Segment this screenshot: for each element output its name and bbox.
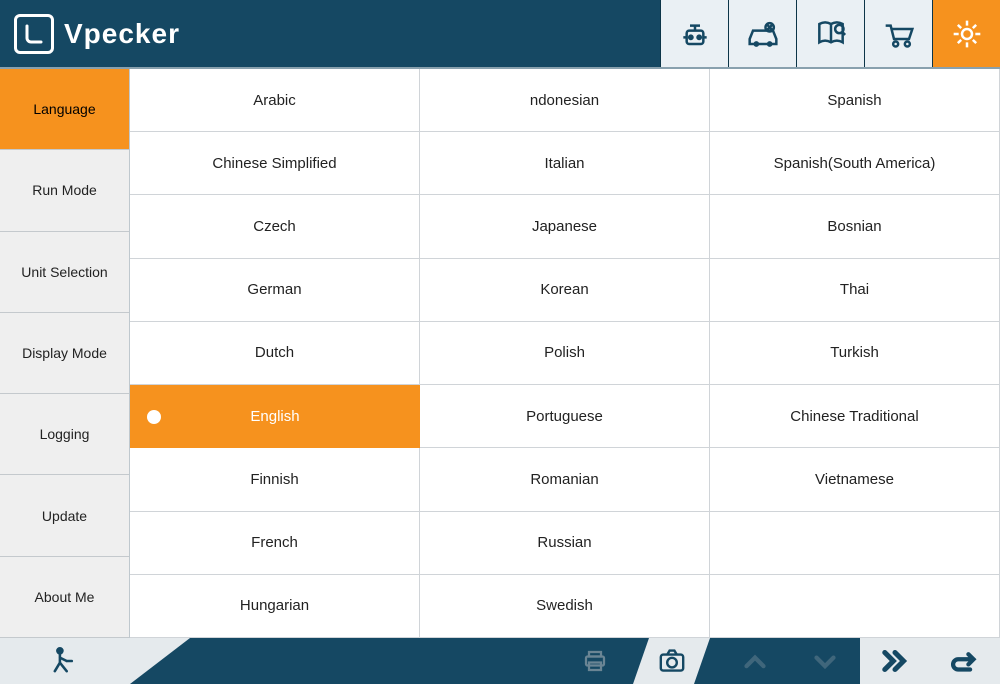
sidebar-item-unit-selection[interactable]: Unit Selection [0,232,129,313]
brand-box-icon [14,14,54,54]
forward-button[interactable] [860,638,930,684]
header-toolbar [660,0,1000,67]
language-option[interactable]: Polish [420,322,710,385]
down-button[interactable] [790,638,860,684]
sidebar-item-label: Update [42,508,87,524]
settings-button[interactable] [932,0,1000,67]
language-option[interactable]: Thai [710,259,1000,322]
language-option[interactable]: Italian [420,132,710,195]
language-option[interactable]: Korean [420,259,710,322]
diagnostics-button[interactable] [660,0,728,67]
sidebar-item-label: Unit Selection [21,264,107,280]
language-option[interactable]: Chinese Traditional [710,385,1000,448]
camera-button[interactable] [633,638,710,684]
language-option[interactable]: Finnish [130,448,420,511]
language-grid: Arabic ndonesian Spanish Chinese Simplif… [130,69,1000,638]
footer-bar [0,638,1000,684]
language-option[interactable] [710,512,1000,575]
settings-sidebar: Language Run Mode Unit Selection Display… [0,69,130,638]
language-option[interactable]: German [130,259,420,322]
language-option[interactable]: Vietnamese [710,448,1000,511]
book-button[interactable] [796,0,864,67]
sidebar-item-label: Run Mode [32,182,97,198]
language-option-selected[interactable]: English [130,385,420,448]
language-option[interactable]: Arabic [130,69,420,132]
app-header: Vpecker [0,0,1000,67]
sidebar-item-about-me[interactable]: About Me [0,557,129,638]
vehicle-button[interactable] [728,0,796,67]
sidebar-item-label: Display Mode [22,345,107,361]
brand-name: Vpecker [64,18,180,50]
exit-button[interactable] [0,638,130,684]
sidebar-item-display-mode[interactable]: Display Mode [0,313,129,394]
language-option[interactable]: Dutch [130,322,420,385]
language-option[interactable]: Hungarian [130,575,420,638]
sidebar-item-logging[interactable]: Logging [0,394,129,475]
language-option[interactable]: Turkish [710,322,1000,385]
language-option[interactable]: Russian [420,512,710,575]
sidebar-item-update[interactable]: Update [0,475,129,556]
language-option[interactable]: ndonesian [420,69,710,132]
cart-button[interactable] [864,0,932,67]
sidebar-item-label: About Me [35,589,95,605]
language-option[interactable]: Bosnian [710,195,1000,258]
back-button[interactable] [930,638,1000,684]
language-option[interactable]: Portuguese [420,385,710,448]
language-option[interactable]: Spanish(South America) [710,132,1000,195]
language-option[interactable]: Romanian [420,448,710,511]
language-option[interactable]: Czech [130,195,420,258]
language-option[interactable]: Swedish [420,575,710,638]
sidebar-item-label: Language [33,101,95,117]
language-option[interactable]: French [130,512,420,575]
capture-zone [556,638,710,684]
language-option[interactable]: Japanese [420,195,710,258]
sidebar-item-language[interactable]: Language [0,69,129,150]
sidebar-item-run-mode[interactable]: Run Mode [0,150,129,231]
up-button[interactable] [720,638,790,684]
language-option[interactable]: Chinese Simplified [130,132,420,195]
sidebar-item-label: Logging [40,426,90,442]
language-option[interactable] [710,575,1000,638]
brand-logo: Vpecker [14,14,180,54]
print-button[interactable] [556,638,633,684]
main-area: Language Run Mode Unit Selection Display… [0,67,1000,638]
language-option[interactable]: Spanish [710,69,1000,132]
